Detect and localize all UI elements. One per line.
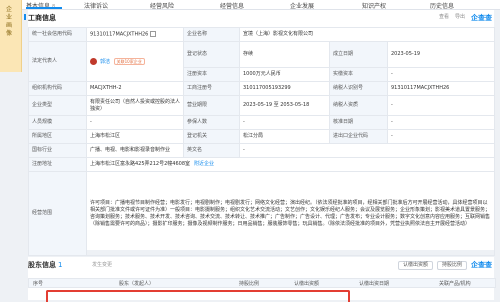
credit-code-label: 统一社会信用代码 <box>28 27 87 42</box>
nav-tab-operation[interactable]: 经营信息 <box>220 1 244 10</box>
col-index: 序号 <box>33 281 44 287</box>
export-button[interactable]: 导出 <box>455 13 465 23</box>
en-name-value: - <box>239 143 495 158</box>
share-ratio-filter[interactable]: 持股比例 <box>436 260 467 270</box>
reg-status-value: 存续 <box>239 41 330 68</box>
credit-code-value: 91310117MACJXTHH26 <box>86 27 184 42</box>
panel-tools: 查看 导出 企查查 <box>439 13 492 23</box>
shareholders-filters: 认缴出资额 持股比例 企查查 <box>397 260 492 270</box>
scope-value: 许可项目：广播电视节目制作经营；电影发行；电视剧制作；电视剧发行；网络文化经营；… <box>86 171 495 256</box>
col-subscribed-date: 认缴出资日期 <box>359 281 390 287</box>
established-label: 成立日期 <box>329 41 388 68</box>
scope-label: 经营范围 <box>28 171 87 256</box>
company-name-value: 宣境（上海）影视文化有限公司 <box>239 27 495 42</box>
avatar <box>90 57 97 65</box>
nav-tab-development[interactable]: 企业发展 <box>290 1 314 10</box>
company-type-label: 企业类型 <box>28 95 87 116</box>
authority-value: 松江分局 <box>239 129 330 144</box>
approval-value: - <box>387 115 495 130</box>
shareholders-title: 股东信息 1 <box>28 260 62 270</box>
nav-tab-legal[interactable]: 法律诉讼 <box>84 1 108 10</box>
related-companies-badge[interactable]: 关联10家企业 <box>113 57 145 65</box>
address-text: 上海市松江区富永路425弄212号2幢4608室 <box>90 161 190 167</box>
reg-capital-label: 注册资本 <box>183 67 240 82</box>
industry-label: 国标行业 <box>28 143 87 158</box>
col-holder: 股东（发起人） <box>119 281 155 287</box>
org-code-value: MACJXTHH-2 <box>86 81 184 96</box>
legal-rep-link[interactable]: 郭洁 <box>100 59 110 65</box>
brand-logo: 企查查 <box>471 14 492 22</box>
company-type-value: 有限责任公司（自然人投资或控股的法人独资） <box>86 95 184 116</box>
taxpayer-id-label: 纳税人识别号 <box>329 81 388 96</box>
term-value: 2023-05-19 至 2053-05-18 <box>239 95 330 116</box>
view-button[interactable]: 查看 <box>439 13 449 23</box>
taxpayer-id-value: 91310117MACJXTHH26 <box>387 81 495 96</box>
taxpayer-qual-label: 纳税人资质 <box>329 95 388 116</box>
subscribed-capital-filter[interactable]: 认缴出资额 <box>397 260 433 270</box>
col-ratio: 持股比例 <box>239 281 260 287</box>
reg-capital-value: 1000万元人民币 <box>239 67 330 82</box>
reg-status-label: 登记状态 <box>183 41 240 68</box>
col-related: 关联产品/机构 <box>439 281 471 287</box>
org-code-label: 组织机构代码 <box>28 81 87 96</box>
brand-logo: 企查查 <box>471 261 492 269</box>
established-value: 2023-05-19 <box>387 41 495 68</box>
region-value: 上海市松江区 <box>86 129 184 144</box>
company-name-label: 企业名称 <box>183 27 240 42</box>
legal-rep-cell: 郭洁 关联10家企业 <box>86 41 184 82</box>
shareholders-panel: 股东信息 1 发生变更 认缴出资额 持股比例 企查查 序号 股东（发起人） 持股比… <box>28 257 496 302</box>
top-nav: 基本信息 8 法律诉讼 经营风险 经营信息 企业发展 知识产权 历史信息 <box>0 0 500 10</box>
insured-value: - <box>239 115 330 130</box>
credit-code-text: 91310117MACJXTHH26 <box>90 31 149 38</box>
nearby-companies-link[interactable]: 附近企业 <box>194 161 214 167</box>
active-tab-indicator <box>26 7 62 9</box>
legal-rep-label: 法定代表人 <box>28 41 87 82</box>
term-label: 营业期限 <box>183 95 240 116</box>
approval-label: 核准日期 <box>329 115 388 130</box>
col-subscribed: 认缴出资额 <box>294 281 320 287</box>
business-info-panel: 工商信息 查看 导出 企查查 统一社会信用代码 91310117MACJXTHH… <box>24 10 495 256</box>
side-tag-label: 企业画像 <box>6 6 13 37</box>
nav-tab-ip[interactable]: 知识产权 <box>362 1 386 10</box>
industry-value: 广播、电视、电影和影视录音制作业 <box>86 143 184 158</box>
panel-title: 工商信息 <box>24 14 56 22</box>
address-label: 注册地址 <box>28 157 87 172</box>
highlighted-shareholder-row[interactable] <box>46 290 350 302</box>
taxpayer-qual-value: - <box>387 95 495 116</box>
en-name-label: 英文名 <box>183 143 240 158</box>
nav-tab-risk[interactable]: 经营风险 <box>150 1 174 10</box>
paid-capital-label: 实缴资本 <box>329 67 388 82</box>
authority-label: 登记机关 <box>183 129 240 144</box>
region-label: 所属地区 <box>28 129 87 144</box>
shareholders-title-text: 股东信息 <box>28 261 56 269</box>
staff-label: 人员规模 <box>28 115 87 130</box>
import-export-label: 进出口企业代码 <box>329 129 388 144</box>
shareholders-count: 1 <box>58 261 63 269</box>
biz-reg-no-value: 310117005193299 <box>239 81 330 96</box>
shareholders-change-note: 发生变更 <box>92 262 113 268</box>
biz-reg-no-label: 工商注册号 <box>183 81 240 96</box>
staff-value: - <box>86 115 184 130</box>
side-tag[interactable]: 企业画像 <box>0 0 22 72</box>
copy-icon[interactable] <box>150 30 157 37</box>
shareholders-table-header: 序号 股东（发起人） 持股比例 认缴出资额 认缴出资日期 关联产品/机构 <box>28 278 496 288</box>
import-export-value: - <box>387 129 495 144</box>
insured-label: 参保人数 <box>183 115 240 130</box>
nav-tab-history[interactable]: 历史信息 <box>430 1 454 10</box>
paid-capital-value: - <box>387 67 495 82</box>
address-value: 上海市松江区富永路425弄212号2幢4608室 附近企业 <box>86 157 495 172</box>
info-table: 统一社会信用代码 91310117MACJXTHH26 企业名称 宣境（上海）影… <box>28 27 495 256</box>
